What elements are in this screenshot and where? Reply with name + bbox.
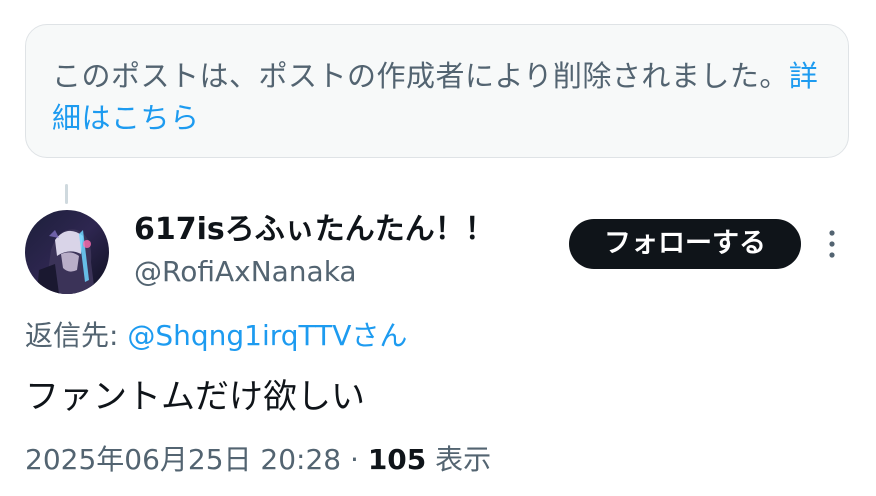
views-count: 105 (367, 443, 427, 476)
post-meta: 2025年06月25日 20:28 · 105 表示 (25, 440, 491, 480)
more-vertical-icon[interactable] (820, 226, 844, 262)
follow-button[interactable]: フォローする (569, 219, 801, 269)
deleted-post-notice-text: このポストは、ポストの作成者により削除されました。詳細はこちら (52, 55, 822, 139)
post-timestamp[interactable]: 2025年06月25日 20:28 (25, 443, 341, 476)
reply-to-prefix: 返信先: (25, 319, 128, 352)
deleted-post-notice: このポストは、ポストの作成者により削除されました。詳細はこちら (25, 24, 849, 158)
views-label: 表示 (426, 443, 492, 476)
avatar[interactable] (25, 210, 109, 294)
avatar-image (25, 210, 109, 294)
reply-to-line: 返信先: @Shqng1irqTTVさん (25, 316, 407, 356)
meta-separator: · (341, 443, 368, 476)
thread-connector-line (65, 184, 68, 204)
notice-message: このポストは、ポストの作成者により削除されました。 (52, 59, 789, 93)
author-display-name[interactable]: 617isろふぃたんたん！！ (134, 210, 495, 250)
post-text: ファントムだけ欲しい (25, 377, 365, 417)
author-handle[interactable]: @RofiAxNanaka (134, 252, 357, 292)
reply-to-mention-link[interactable]: @Shqng1irqTTVさん (127, 319, 407, 352)
